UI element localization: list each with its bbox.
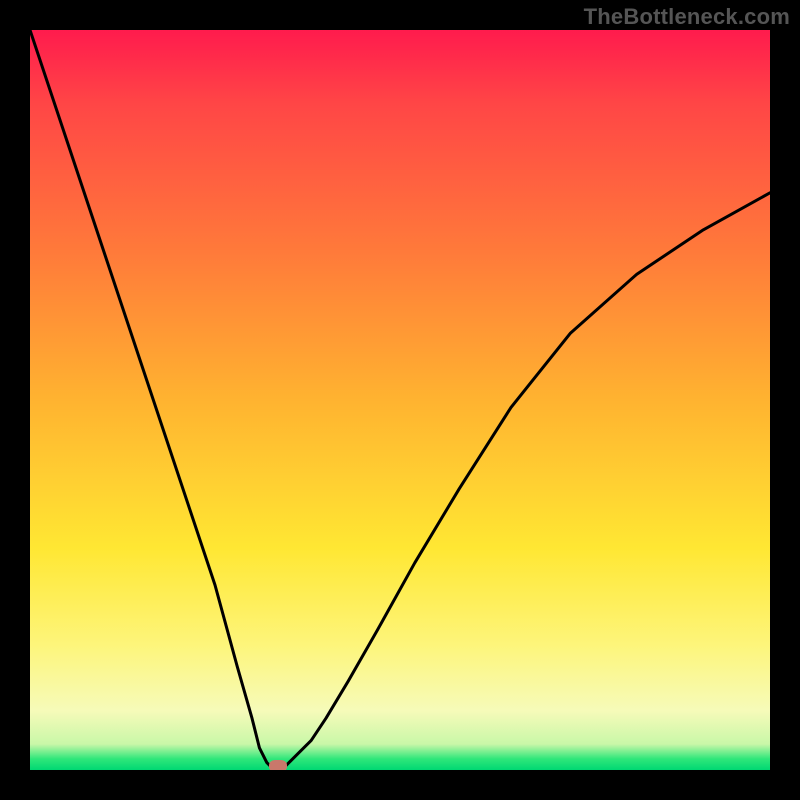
bottleneck-curve: [30, 30, 770, 770]
watermark-text: TheBottleneck.com: [584, 4, 790, 30]
minimum-marker: [269, 760, 287, 770]
plot-area: [30, 30, 770, 770]
chart-frame: TheBottleneck.com: [0, 0, 800, 800]
